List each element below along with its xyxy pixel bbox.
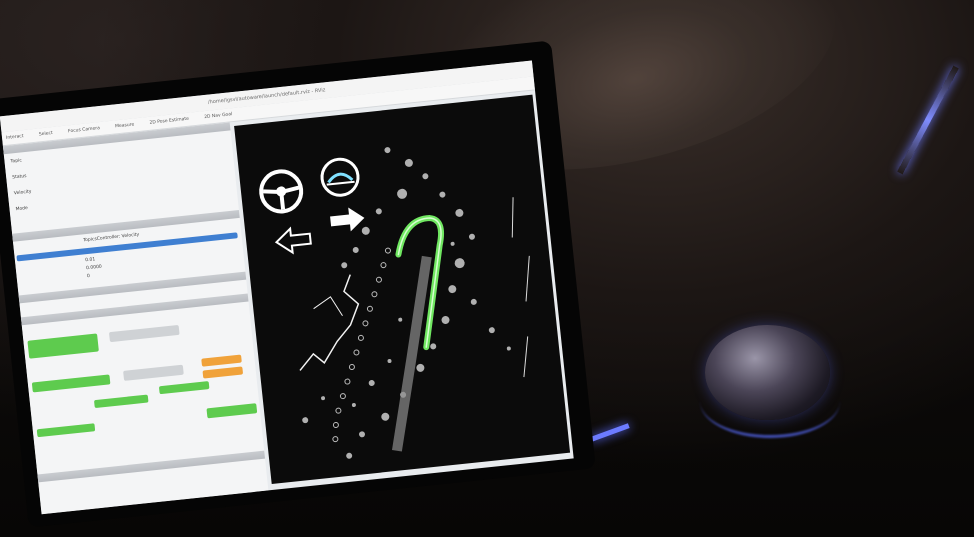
value-label: 0.01 xyxy=(85,257,96,264)
trajectory-points xyxy=(332,247,391,443)
toolbar-item-select[interactable]: Select xyxy=(39,131,53,137)
value-label: 0 xyxy=(86,273,91,280)
status-button[interactable] xyxy=(31,374,111,393)
toggle-button[interactable] xyxy=(206,403,258,419)
warning-button[interactable] xyxy=(201,354,242,367)
point-cloud-view xyxy=(259,147,530,459)
lane-line xyxy=(525,255,530,302)
toggle-button[interactable] xyxy=(36,423,96,438)
photo-scene: /home/lgsvl/autoware/launch/default.rviz… xyxy=(0,0,974,537)
toolbar-item-focus-camera[interactable]: Focus Camera xyxy=(68,126,100,134)
option-button[interactable] xyxy=(123,364,184,381)
mode-button[interactable] xyxy=(108,324,180,343)
building-outline xyxy=(299,274,360,371)
left-arrow-icon xyxy=(274,226,312,255)
building-outline xyxy=(313,296,343,316)
toggle-button[interactable] xyxy=(93,394,149,409)
right-arrow-icon xyxy=(330,207,365,232)
lane-line xyxy=(523,336,529,378)
lane-line xyxy=(511,197,514,238)
toggle-button[interactable] xyxy=(158,381,210,395)
value-label: 0.0000 xyxy=(85,264,103,272)
engage-button[interactable] xyxy=(27,333,99,359)
toolbar-item-pose-estimate[interactable]: 2D Pose Estimate xyxy=(149,117,189,126)
selected-value-label: TopicsController: Velocity xyxy=(83,232,140,244)
tablet-device: /home/lgsvl/autoware/launch/default.rviz… xyxy=(0,40,596,528)
field-label: Status xyxy=(12,173,27,181)
toolbar-item-nav-goal[interactable]: 2D Nav Goal xyxy=(204,112,233,120)
left-panel: Topic Status Velocity Mode TopicsControl… xyxy=(2,122,269,515)
toolbar-item-measure[interactable]: Measure xyxy=(115,122,135,129)
field-label: Velocity xyxy=(13,189,32,197)
field-label: Topic xyxy=(10,158,23,165)
section-header xyxy=(37,450,266,483)
control-knob xyxy=(705,325,830,420)
toolbar-item-interact[interactable]: Interact xyxy=(6,134,24,141)
steering-wheel-icon xyxy=(259,169,304,214)
autonomy-indicator-icon xyxy=(320,157,360,197)
tablet-screen: /home/lgsvl/autoware/launch/default.rviz… xyxy=(0,60,574,515)
field-label: Mode xyxy=(15,206,29,213)
warning-button[interactable] xyxy=(202,366,244,379)
map-visualization[interactable] xyxy=(234,94,571,485)
